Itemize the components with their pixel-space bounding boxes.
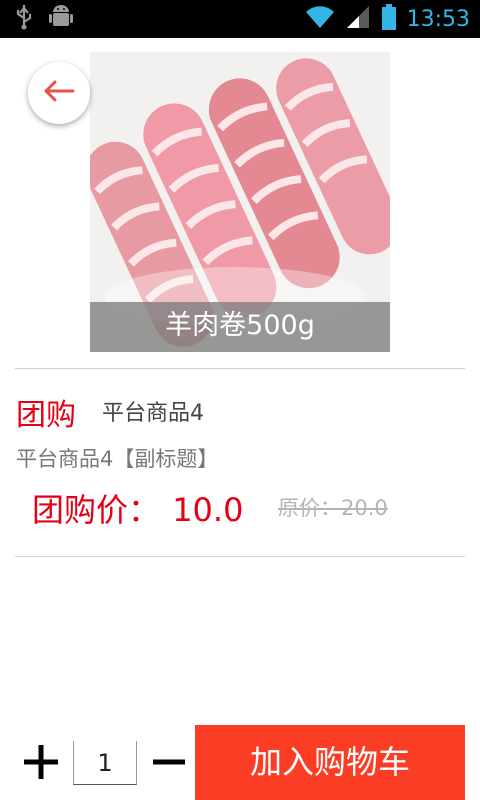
- wifi-icon: [305, 4, 335, 34]
- android-debug-icon: [48, 4, 74, 34]
- status-bar: 13:53: [0, 0, 480, 38]
- group-price-row: 团购价： 10.0: [32, 485, 243, 531]
- divider: [15, 368, 465, 369]
- group-buy-tag: 团购: [16, 398, 76, 433]
- status-time: 13:53: [406, 6, 470, 32]
- minus-icon: [153, 759, 185, 783]
- arrow-left-icon: [43, 79, 75, 107]
- original-price: 原价：20.0: [278, 496, 388, 520]
- add-to-cart-button[interactable]: 加入购物车: [195, 725, 465, 800]
- minus-button[interactable]: [153, 745, 185, 779]
- usb-icon: [14, 4, 34, 34]
- image-caption: 羊肉卷500g: [90, 302, 390, 352]
- group-price-value: 10.0: [172, 491, 244, 529]
- divider: [15, 556, 465, 557]
- product-name: 平台商品4: [102, 401, 204, 426]
- quantity-input[interactable]: 1: [73, 741, 137, 785]
- back-button[interactable]: [28, 62, 90, 124]
- product-subtitle: 平台商品4【副标题】: [16, 447, 219, 471]
- plus-icon: [24, 745, 58, 783]
- product-image: 羊肉卷500g: [90, 52, 390, 352]
- group-price-label: 团购价：: [32, 491, 161, 529]
- battery-icon: [381, 4, 397, 34]
- signal-icon: [345, 4, 371, 34]
- bottom-action-bar: 1 加入购物车: [0, 725, 480, 800]
- plus-button[interactable]: [24, 745, 58, 779]
